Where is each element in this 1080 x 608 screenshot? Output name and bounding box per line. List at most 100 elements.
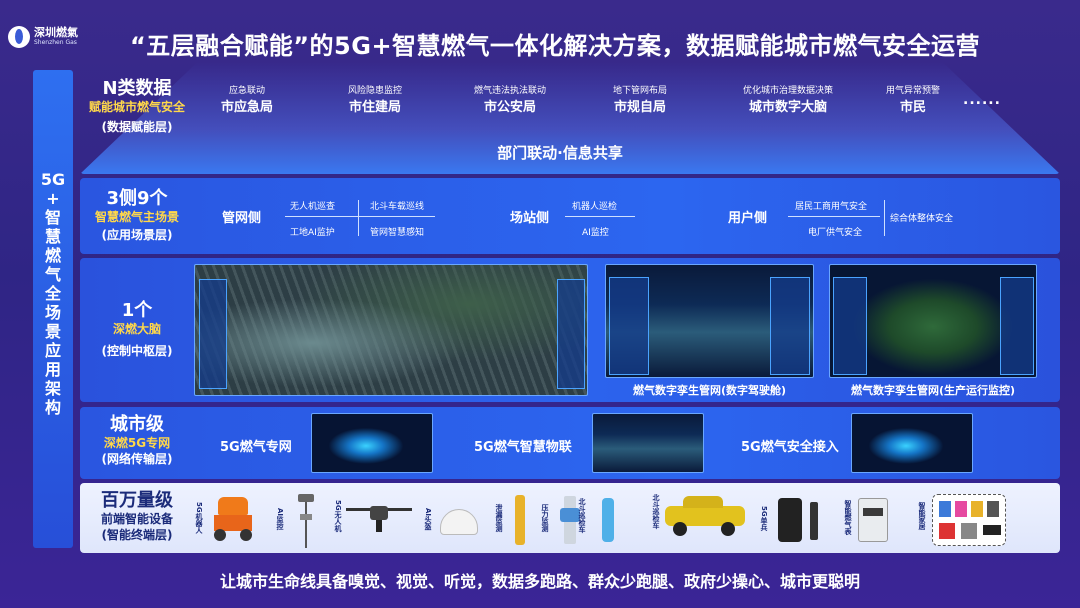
side-char: 全: [44, 284, 61, 303]
flame-logo-icon: [8, 26, 30, 48]
scene-item: 管网智慧感知: [370, 228, 425, 238]
side-panel: [770, 277, 810, 375]
side-panel: [1000, 277, 1034, 375]
user-side-title: 用户侧: [728, 211, 768, 226]
dept-name: 市公安局: [483, 100, 536, 115]
dept-task: 优化城市治理数据决策: [742, 86, 833, 96]
side-char: 景: [44, 322, 61, 341]
layer-name: (智能终端层): [101, 528, 173, 542]
layer-heading: 1个: [121, 300, 153, 321]
pipe-side-title: 管网侧: [222, 211, 262, 226]
divider: [884, 200, 885, 236]
layer-subheading: 深燃5G专网: [103, 436, 171, 450]
more-dots: ......: [963, 92, 1001, 108]
dept-name: 市规自局: [613, 100, 666, 115]
side-char: 构: [44, 398, 61, 417]
scene-item: 北斗车载巡线: [370, 202, 425, 212]
device-label: 压力监测: [541, 504, 549, 532]
device-label: 5G机器人: [195, 502, 203, 534]
terminal-layer-label: 百万量级 前端智能设备 (智能终端层): [82, 490, 192, 543]
dept-task: 风险隐患监控: [347, 86, 402, 96]
network-map-screenshot: [311, 413, 433, 473]
side-char: 5G: [40, 170, 66, 189]
device-label: 北斗巡检车: [578, 498, 586, 533]
drone-icon: [346, 502, 412, 538]
scene-item: 无人机巡查: [290, 202, 336, 212]
share-banner: 部门联动·信息共享: [497, 144, 623, 162]
dept-task: 应急联动: [228, 86, 265, 96]
device-label: 北斗巡检车: [652, 494, 660, 529]
divider: [565, 216, 635, 217]
device-label: 智能燃气表: [844, 500, 852, 535]
device-label: AI头盔: [424, 508, 432, 531]
network-layer-label: 城市级 深燃5G专网 (网络传输层): [82, 414, 192, 467]
access-map-screenshot: [851, 413, 973, 473]
operations-screenshot: [829, 264, 1037, 378]
side-char: 气: [44, 265, 61, 284]
cockpit-screenshot: [605, 264, 814, 378]
logo: 深圳燃氣 Shenzhen Gas: [8, 26, 78, 48]
inspection-vehicle-icon: [665, 492, 745, 538]
device-label: 5G单兵: [760, 506, 768, 531]
layer-heading: 3侧9个: [106, 188, 168, 209]
side-char: 智: [44, 208, 61, 227]
camera-pole-icon: [295, 492, 317, 548]
scene-item: AI监控: [582, 228, 609, 238]
scene-layer-label: 3侧9个 智慧燃气主场景 (应用场景层): [82, 188, 192, 243]
operations-caption: 燃气数字孪生管网(生产运行监控): [850, 384, 1016, 397]
station-side-title: 场站侧: [510, 211, 550, 226]
dept-name: 市民: [899, 100, 926, 115]
iot-dashboard-screenshot: [592, 413, 704, 473]
dept-citizens: 用气异常预警 市民: [858, 84, 968, 118]
layer-name: (数据赋能层): [101, 120, 173, 134]
side-char: 用: [44, 360, 61, 379]
dept-name: 市应急局: [220, 100, 273, 115]
dept-emergency: 应急联动 市应急局: [192, 84, 302, 118]
side-panel: [609, 277, 649, 375]
layer-name: (应用场景层): [101, 228, 173, 242]
layer-heading: N类数据: [102, 78, 172, 99]
device-label: 5G无人机: [334, 500, 342, 532]
control-layer-label: 1个 深燃大脑 (控制中枢层): [82, 300, 192, 359]
logo-en: Shenzhen Gas: [34, 39, 77, 46]
device-label: 泄漏监测: [495, 504, 503, 532]
device-label: AI监控: [276, 508, 284, 531]
scene-item: 工地AI监护: [290, 228, 335, 238]
city-3d-screenshot: [194, 264, 588, 396]
side-char: 燃: [44, 246, 61, 265]
side-panel: [557, 279, 585, 389]
side-panel: [833, 277, 867, 375]
dept-task: 地下管网布局: [612, 86, 667, 96]
robot-icon: [212, 497, 254, 543]
dept-name: 城市数字大脑: [748, 100, 827, 115]
layer-heading: 百万量级: [101, 490, 173, 511]
layer-subheading: 赋能城市燃气安全: [88, 100, 185, 114]
dept-housing: 风险隐患监控 市住建局: [320, 84, 430, 118]
data-layer-label: N类数据 赋能城市燃气安全 (数据赋能层): [82, 78, 192, 135]
layer-heading: 城市级: [110, 414, 164, 435]
divider: [358, 200, 359, 236]
handheld-terminal-icon: [778, 498, 820, 542]
dept-name: 市住建局: [348, 100, 401, 115]
logo-text: 深圳燃氣 Shenzhen Gas: [34, 27, 78, 47]
layer-subheading: 深燃大脑: [112, 322, 161, 336]
leak-sensor-icon: [512, 495, 528, 545]
side-char: 架: [44, 379, 61, 398]
dept-city-brain: 优化城市治理数据决策 城市数字大脑: [723, 84, 853, 118]
side-char: 场: [44, 303, 61, 322]
dept-task: 燃气违法执法联动: [473, 86, 546, 96]
side-char: 慧: [44, 227, 61, 246]
footer-slogan: 让城市生命线具备嗅觉、视觉、听觉，数据多跑路、群众少跑腿、政府少操心、城市更聪明: [219, 572, 860, 591]
dept-task: 用气异常预警: [885, 86, 940, 96]
gas-meter-icon: [858, 498, 888, 542]
net-private: 5G燃气专网: [220, 440, 292, 455]
scene-item: 电厂供气安全: [808, 228, 863, 238]
scene-item: 机器人巡检: [572, 202, 618, 212]
logo-cn: 深圳燃氣: [34, 26, 78, 39]
net-iot: 5G燃气智慧物联: [474, 440, 572, 455]
device-label: 智能家居: [918, 502, 926, 530]
layer-name: (控制中枢层): [101, 344, 173, 358]
dept-planning: 地下管网布局 市规自局: [585, 84, 695, 118]
layer-name: (网络传输层): [101, 452, 173, 466]
helmet-icon: [440, 503, 478, 539]
